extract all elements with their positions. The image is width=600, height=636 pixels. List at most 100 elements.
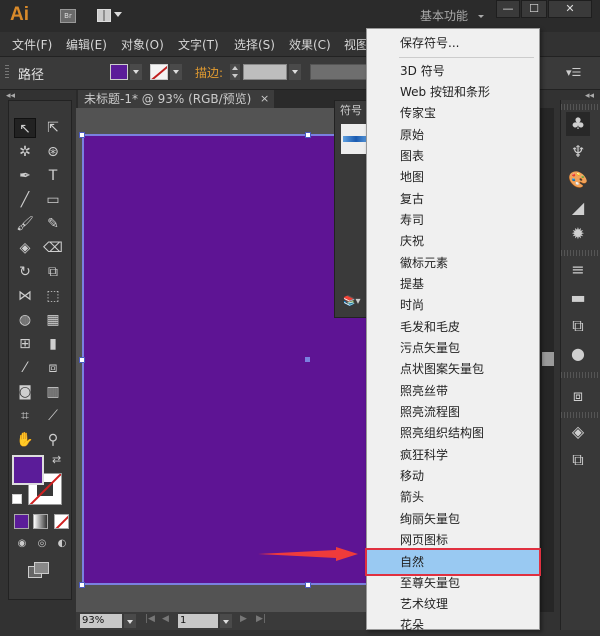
selection-tool-icon[interactable]: ↖: [14, 118, 36, 138]
zoom-tool-icon[interactable]: ⚲: [42, 430, 64, 450]
menu-item[interactable]: 箭头: [367, 487, 539, 508]
color-mode-button[interactable]: [14, 514, 29, 529]
rotate-tool-icon[interactable]: ↻: [14, 262, 36, 282]
swatches-icon[interactable]: 🎨: [566, 168, 590, 192]
color-guide-icon[interactable]: ◢: [566, 196, 590, 220]
close-tab-icon[interactable]: ×: [260, 92, 269, 105]
menu-item[interactable]: 照亮流程图: [367, 402, 539, 423]
hand-tool-icon[interactable]: ✋: [14, 430, 36, 450]
blob-brush-tool-icon[interactable]: ◈: [14, 238, 36, 258]
menu-item[interactable]: 庆祝: [367, 231, 539, 252]
menu-edit[interactable]: 编辑(E): [66, 36, 107, 53]
shape-builder-tool-icon[interactable]: ◍: [14, 310, 36, 330]
panel-menu-icon[interactable]: ▾☰: [566, 66, 581, 79]
arrange-documents-button[interactable]: [97, 9, 123, 23]
menu-item[interactable]: 污点矢量包: [367, 338, 539, 359]
appearance-icon[interactable]: ●: [566, 342, 590, 366]
scale-tool-icon[interactable]: ⧉: [42, 262, 64, 282]
grip-handle[interactable]: [5, 65, 9, 79]
direct-selection-tool-icon[interactable]: ⇱: [42, 118, 64, 138]
symbol-sprayer-tool-icon[interactable]: ◙: [14, 382, 36, 402]
layers-icon[interactable]: ◈: [566, 420, 590, 444]
color-icon[interactable]: ✹: [566, 222, 590, 246]
none-mode-button[interactable]: [54, 514, 69, 529]
eraser-tool-icon[interactable]: ⌫: [42, 238, 64, 258]
draw-inside-icon[interactable]: ◐: [54, 538, 70, 552]
pencil-tool-icon[interactable]: ✎: [42, 214, 64, 234]
maximize-button[interactable]: ☐: [521, 0, 547, 18]
lasso-tool-icon[interactable]: ⊛: [42, 142, 64, 162]
brushes-icon[interactable]: ♆: [566, 140, 590, 164]
stroke-weight-input[interactable]: [243, 64, 287, 80]
first-artboard-icon[interactable]: |◀: [145, 614, 155, 624]
menu-type[interactable]: 文字(T): [178, 36, 219, 53]
menu-item-nature-highlighted[interactable]: 自然: [365, 548, 541, 576]
paintbrush-tool-icon[interactable]: 🖌: [14, 214, 36, 234]
line-tool-icon[interactable]: ╱: [14, 190, 36, 210]
menu-item[interactable]: 网页图标: [367, 530, 539, 551]
draw-normal-icon[interactable]: ◉: [14, 538, 30, 552]
fill-dropdown[interactable]: [130, 64, 142, 80]
artboard-dropdown[interactable]: [220, 614, 232, 628]
stroke-weight-dropdown[interactable]: [289, 64, 301, 80]
menu-item[interactable]: 疯狂科学: [367, 445, 539, 466]
artboard-number-input[interactable]: 1: [178, 614, 218, 628]
zoom-level-input[interactable]: 93%: [80, 614, 122, 628]
previous-artboard-icon[interactable]: ◀: [162, 614, 169, 624]
resize-handle[interactable]: [305, 132, 311, 138]
pen-tool-icon[interactable]: ✒: [14, 166, 36, 186]
menu-item[interactable]: 徽标元素: [367, 253, 539, 274]
menu-item[interactable]: 移动: [367, 466, 539, 487]
next-artboard-icon[interactable]: ▶: [240, 614, 247, 624]
menu-effect[interactable]: 效果(C): [289, 36, 331, 53]
default-colors-icon[interactable]: [12, 494, 22, 504]
dock-grip[interactable]: [561, 104, 600, 110]
menu-item[interactable]: 花朵: [367, 615, 539, 636]
menu-item[interactable]: 原始: [367, 125, 539, 146]
stroke-weight-stepper[interactable]: [230, 64, 240, 80]
dock-grip[interactable]: [561, 250, 600, 256]
mesh-tool-icon[interactable]: ⊞: [14, 334, 36, 354]
blend-tool-icon[interactable]: ⧈: [42, 358, 64, 378]
dock-grip[interactable]: [561, 412, 600, 418]
menu-item[interactable]: 至尊矢量包: [367, 573, 539, 594]
symbols-panel-tab[interactable]: 符号: [340, 102, 362, 118]
resize-handle[interactable]: [79, 582, 85, 588]
stroke-link[interactable]: 描边:: [195, 64, 223, 81]
resize-handle[interactable]: [305, 582, 311, 588]
stroke-dropdown[interactable]: [170, 64, 182, 80]
transparency-icon[interactable]: ⧉: [566, 314, 590, 338]
resize-handle[interactable]: [79, 357, 85, 363]
gradient-tool-icon[interactable]: ▮: [42, 334, 64, 354]
free-transform-tool-icon[interactable]: ⬚: [42, 286, 64, 306]
menu-file[interactable]: 文件(F): [12, 36, 52, 53]
menu-item[interactable]: 复古: [367, 189, 539, 210]
perspective-grid-tool-icon[interactable]: ▦: [42, 310, 64, 330]
rectangle-tool-icon[interactable]: ▭: [42, 190, 64, 210]
slice-tool-icon[interactable]: ⟋: [42, 406, 64, 426]
menu-item[interactable]: 照亮丝带: [367, 381, 539, 402]
last-artboard-icon[interactable]: ▶|: [256, 614, 266, 624]
symbol-libraries-menu-icon[interactable]: 📚▾: [343, 296, 360, 307]
artboard-tool-icon[interactable]: ⌗: [14, 406, 36, 426]
eyedropper-tool-icon[interactable]: ⁄: [14, 358, 36, 378]
align-icon[interactable]: ⧈: [566, 384, 590, 408]
swap-fill-stroke-icon[interactable]: ⇄: [52, 453, 61, 466]
menu-item[interactable]: 传家宝: [367, 103, 539, 124]
stroke-color-swatch[interactable]: [150, 64, 168, 80]
zoom-dropdown[interactable]: [124, 614, 136, 628]
document-tab[interactable]: 未标题-1* @ 93% (RGB/预览): [78, 90, 274, 108]
draw-behind-icon[interactable]: ◎: [34, 538, 50, 552]
stroke-icon[interactable]: ≡: [566, 258, 590, 282]
minimize-button[interactable]: —: [496, 0, 520, 18]
workspace-switcher[interactable]: 基本功能: [420, 7, 468, 24]
close-button[interactable]: ✕: [548, 0, 592, 18]
menu-select[interactable]: 选择(S): [234, 36, 275, 53]
menu-item[interactable]: 毛发和毛皮: [367, 317, 539, 338]
menu-object[interactable]: 对象(O): [121, 36, 164, 53]
menu-item[interactable]: 艺术纹理: [367, 594, 539, 615]
menu-item[interactable]: 图表: [367, 146, 539, 167]
menu-item[interactable]: 寿司: [367, 210, 539, 231]
menu-item[interactable]: 3D 符号: [367, 61, 539, 82]
artboards-icon[interactable]: ⧉: [566, 448, 590, 472]
